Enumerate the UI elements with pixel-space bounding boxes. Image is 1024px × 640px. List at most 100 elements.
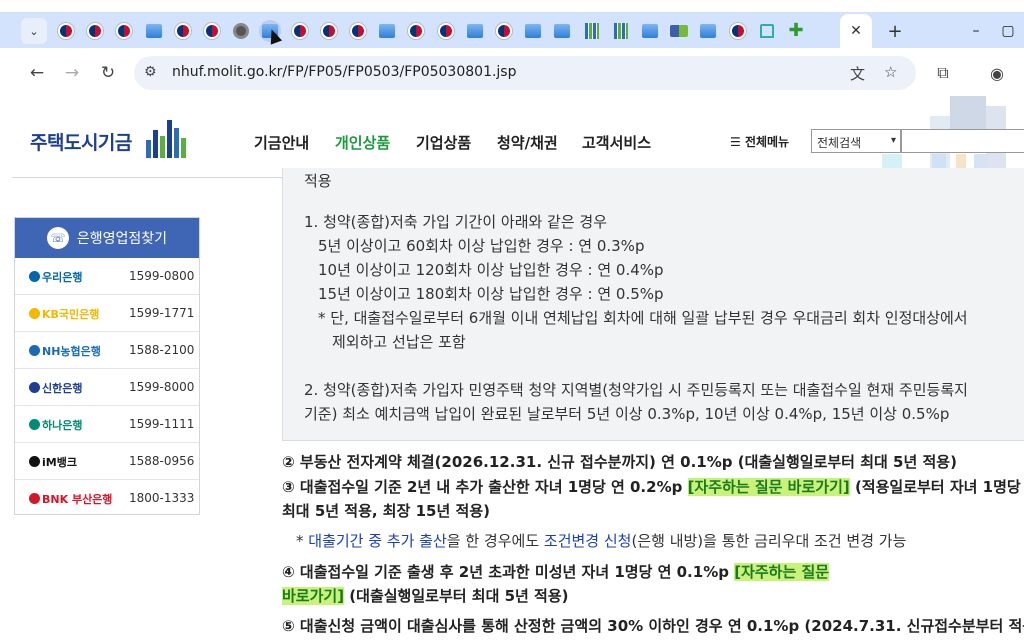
browser-tab[interactable] bbox=[405, 20, 427, 42]
browser-tab[interactable] bbox=[113, 20, 135, 42]
site-logo[interactable]: 주택도시기금 bbox=[30, 128, 132, 155]
reload-icon: ↻ bbox=[100, 63, 116, 83]
preferential-item-3: ③ 대출접수일 기준 2년 내 추가 출산한 자녀 1명당 연 0.2%p [자… bbox=[282, 478, 1021, 496]
hf-favicon-icon bbox=[525, 24, 542, 38]
additional-birth-link[interactable]: 대출기간 중 추가 출산 bbox=[308, 532, 447, 550]
house-favicon-icon bbox=[759, 24, 774, 38]
browser-tab[interactable]: ✚ bbox=[785, 20, 807, 42]
faq-link[interactable]: [자주하는 질문 바로가기] bbox=[687, 478, 850, 496]
hf-favicon-icon bbox=[554, 24, 571, 38]
bank-branch-finder: ☏ 은행영업점찾기 우리은행 1599-0800 KB국민은행 1599-1771 NH… bbox=[14, 217, 200, 515]
browser-tab[interactable] bbox=[230, 20, 252, 42]
bookmark-star-icon[interactable]: ☆ bbox=[884, 63, 897, 81]
bank-row[interactable]: BNK 부산은행 1800-1333 bbox=[15, 480, 199, 517]
browser-tab[interactable] bbox=[551, 20, 573, 42]
maximize-button[interactable]: ▢ bbox=[997, 20, 1019, 42]
close-icon[interactable]: ✕ bbox=[850, 23, 862, 39]
browser-tab[interactable] bbox=[84, 20, 106, 42]
box-text: 15년 이상이고 180회차 이상 납입한 경우 : 연 0.5%p bbox=[318, 285, 664, 303]
bank-logo: NH농협은행 bbox=[29, 343, 101, 359]
translate-icon[interactable]: 文 bbox=[850, 63, 865, 84]
address-bar[interactable]: ⚙ nhuf.molit.go.kr/FP/FP05/FP0503/FP0503… bbox=[134, 56, 916, 90]
browser-tab[interactable] bbox=[581, 20, 603, 42]
taeguk-favicon-icon bbox=[291, 23, 308, 39]
preferential-item-2: ② 부동산 전자계약 체결(2026.12.31. 신규 접수분까지) 연 0.… bbox=[282, 453, 957, 471]
box-text: 1. 청약(종합)저축 가입 기간이 아래와 같은 경우 bbox=[304, 213, 608, 231]
bank-tel: 1588-2100 bbox=[129, 343, 195, 357]
gnb-fund-info[interactable]: 기금안내 bbox=[254, 132, 309, 153]
browser-tab[interactable] bbox=[289, 20, 311, 42]
gnb-corporate-products[interactable]: 기업상품 bbox=[416, 132, 471, 153]
bank-name: BNK 부산은행 bbox=[42, 493, 113, 506]
browser-tab[interactable] bbox=[172, 20, 194, 42]
browser-tab[interactable] bbox=[522, 20, 544, 42]
bank-tel: 1599-8000 bbox=[129, 380, 195, 394]
browser-tab[interactable] bbox=[435, 20, 457, 42]
browser-tab[interactable] bbox=[756, 20, 778, 42]
search-scope-select[interactable]: 전체검색 ▾ bbox=[811, 129, 901, 153]
bank-tel: 1599-1111 bbox=[129, 417, 195, 431]
box-text: 10년 이상이고 120회차 이상 납입한 경우 : 연 0.4%p bbox=[318, 261, 664, 279]
faq-link[interactable]: [자주하는 질문 bbox=[734, 563, 830, 581]
box-text: * 단, 대출접수일로부터 6개월 이내 연체납입 회차에 대해 일괄 납부된 … bbox=[318, 309, 968, 327]
browser-tab[interactable] bbox=[610, 20, 632, 42]
all-menu-button[interactable]: ☰ 전체메뉴 bbox=[730, 133, 789, 150]
browser-tab[interactable] bbox=[201, 20, 223, 42]
bars-favicon-icon bbox=[584, 23, 599, 39]
browser-tab[interactable] bbox=[668, 20, 690, 42]
phone-icon: ☏ bbox=[46, 227, 69, 249]
extensions-icon[interactable]: ⧉ bbox=[931, 62, 955, 84]
bank-row[interactable]: 하나은행 1599-1111 bbox=[15, 406, 199, 443]
browser-tab[interactable] bbox=[143, 20, 165, 42]
new-tab-button[interactable]: + bbox=[884, 20, 906, 42]
site-info-icon[interactable]: ⚙ bbox=[144, 64, 157, 80]
bank-name: 신한은행 bbox=[42, 382, 83, 395]
forward-button[interactable]: → bbox=[61, 62, 83, 84]
browser-tab[interactable] bbox=[347, 20, 369, 42]
bank-row[interactable]: KB국민은행 1599-1771 bbox=[15, 295, 199, 332]
browser-tab[interactable] bbox=[464, 20, 486, 42]
browser-tab[interactable] bbox=[493, 20, 515, 42]
arrow-left-icon: ← bbox=[29, 63, 45, 83]
faq-link[interactable]: 바로가기] bbox=[282, 587, 345, 605]
bank-logo-icon bbox=[29, 382, 40, 393]
back-button[interactable]: ← bbox=[26, 62, 48, 84]
gnb-personal-products[interactable]: 개인상품 bbox=[335, 132, 390, 153]
bank-logo: 신한은행 bbox=[29, 380, 82, 396]
bank-row[interactable]: 우리은행 1599-0800 bbox=[15, 258, 199, 295]
bank-name: iM뱅크 bbox=[42, 456, 77, 469]
reload-button[interactable]: ↻ bbox=[97, 62, 119, 84]
bank-row[interactable]: NH농협은행 1588-2100 bbox=[15, 332, 199, 369]
active-tab[interactable]: ✕ bbox=[840, 14, 872, 48]
browser-tab[interactable] bbox=[727, 20, 749, 42]
bank-row[interactable]: 신한은행 1599-8000 bbox=[15, 369, 199, 406]
logo-mark-icon bbox=[146, 120, 188, 158]
tab-search-button[interactable]: ⌄ bbox=[21, 18, 47, 44]
gnb-subscription-bonds[interactable]: 청약/채권 bbox=[497, 132, 558, 153]
bank-row[interactable]: iM뱅크 1588-0956 bbox=[15, 443, 199, 480]
hf-favicon-icon bbox=[466, 24, 483, 38]
browser-tab[interactable] bbox=[697, 20, 719, 42]
bank-logo-icon bbox=[29, 419, 40, 430]
taeguk-favicon-icon bbox=[87, 23, 104, 39]
bank-tel: 1800-1333 bbox=[129, 491, 195, 505]
condition-change-link[interactable]: 조건변경 신청 bbox=[544, 532, 632, 550]
browser-tab[interactable] bbox=[376, 20, 398, 42]
browser-tab[interactable] bbox=[639, 20, 661, 42]
hamburger-icon: ☰ bbox=[730, 135, 745, 149]
browser-tab[interactable] bbox=[318, 20, 340, 42]
preferential-item-3-cont: 최대 5년 적용, 최장 15년 적용) bbox=[282, 502, 490, 520]
web-page: 주택도시기금 기금안내 개인상품 기업상품 청약/채권 고객서비스 ☰ 전체메뉴… bbox=[12, 96, 1024, 640]
chevron-down-icon: ▾ bbox=[890, 135, 896, 146]
gnb-customer-service[interactable]: 고객서비스 bbox=[582, 132, 651, 153]
minimize-button[interactable]: – bbox=[965, 20, 987, 42]
bank-tel: 1599-1771 bbox=[129, 306, 195, 320]
search-input[interactable] bbox=[901, 129, 1024, 153]
taeguk-favicon-icon bbox=[58, 23, 74, 39]
bank-name: 우리은행 bbox=[42, 271, 83, 284]
bank-finder-title[interactable]: ☏ 은행영업점찾기 bbox=[15, 218, 199, 258]
profile-icon[interactable]: ◉ bbox=[985, 62, 1009, 84]
browser-tab[interactable] bbox=[55, 20, 77, 42]
url-text[interactable]: nhuf.molit.go.kr/FP/FP05/FP0503/FP050308… bbox=[172, 64, 517, 80]
bars-favicon-icon bbox=[613, 23, 628, 39]
